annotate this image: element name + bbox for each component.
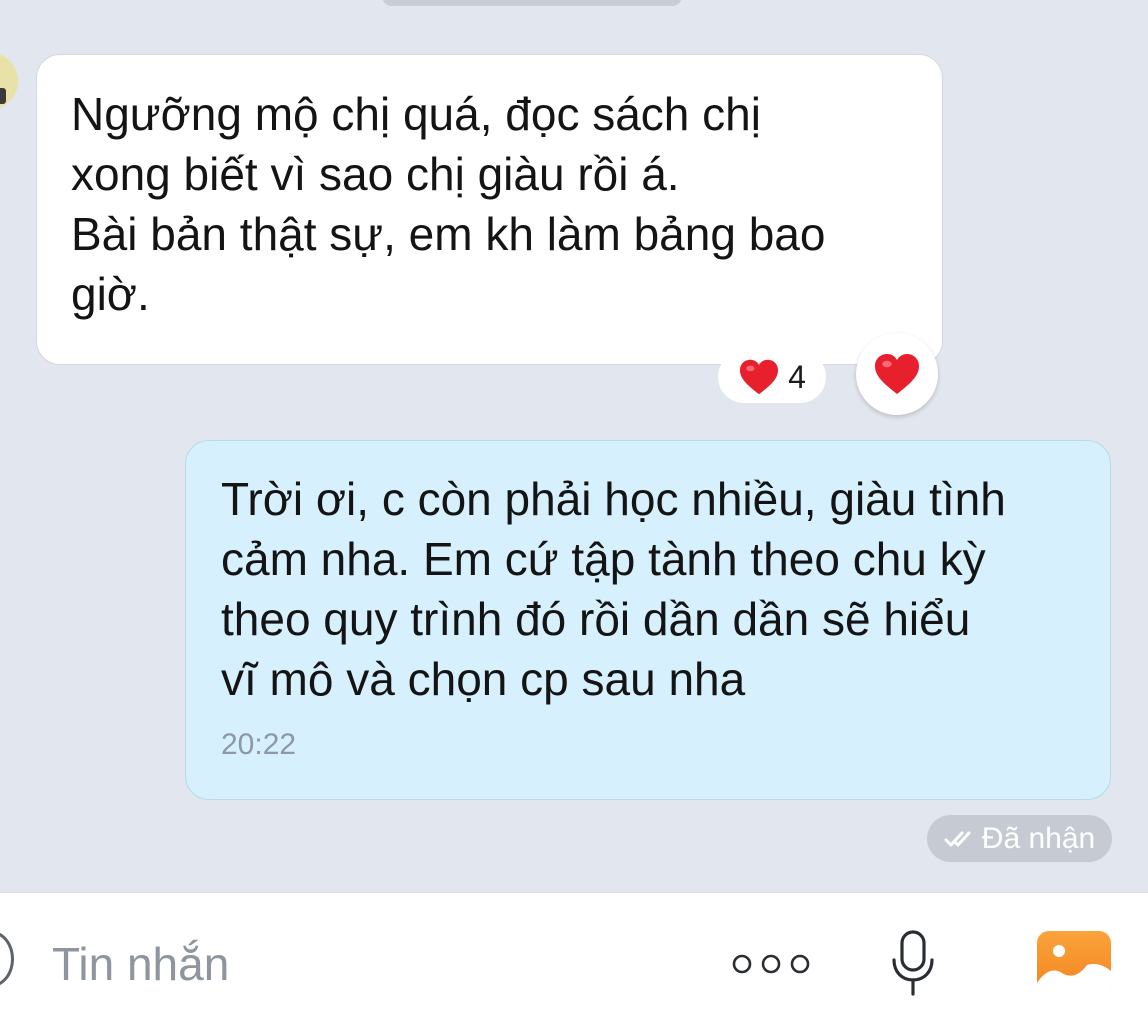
date-separator-pill xyxy=(382,0,682,6)
message-text-line: Trời ơi, c còn phải học nhiều, giàu tình xyxy=(221,473,1006,525)
chat-area: Ngưỡng mộ chị quá, đọc sách chị xong biế… xyxy=(0,0,1148,892)
react-button[interactable] xyxy=(856,333,938,415)
message-timestamp: 20:22 xyxy=(221,728,297,761)
mic-icon[interactable] xyxy=(888,930,938,998)
double-check-icon xyxy=(944,831,971,846)
reaction-summary[interactable]: 4 xyxy=(718,351,826,403)
heart-icon xyxy=(875,354,919,394)
reaction-count: 4 xyxy=(788,358,806,395)
delivery-status-text: Đã nhận xyxy=(981,821,1096,855)
photo-icon[interactable] xyxy=(1037,931,1111,997)
message-text-line: xong biết vì sao chị giàu rồi á. xyxy=(71,148,680,200)
message-input[interactable]: Tin nhắn xyxy=(52,934,229,994)
message-text-line: Ngưỡng mộ chị quá, đọc sách chị xyxy=(71,88,761,140)
more-icon[interactable] xyxy=(731,953,811,975)
message-text-line: theo quy trình đó rồi dần dần sẽ hiểu xyxy=(221,593,971,645)
delivery-status-badge: Đã nhận xyxy=(927,815,1112,862)
avatar[interactable] xyxy=(0,52,18,110)
message-text-line: cảm nha. Em cứ tập tành theo chu kỳ xyxy=(221,533,986,585)
incoming-message-bubble[interactable]: Ngưỡng mộ chị quá, đọc sách chị xong biế… xyxy=(36,54,943,365)
avatar-image xyxy=(0,88,6,104)
message-text-line: vĩ mô và chọn cp sau nha xyxy=(221,653,746,705)
heart-icon xyxy=(740,359,779,395)
outgoing-message-bubble[interactable]: Trời ơi, c còn phải học nhiều, giàu tình… xyxy=(185,440,1111,800)
message-text-line: Bài bản thật sự, em kh làm bảng bao xyxy=(71,208,826,260)
message-text-line: giờ. xyxy=(71,268,150,320)
